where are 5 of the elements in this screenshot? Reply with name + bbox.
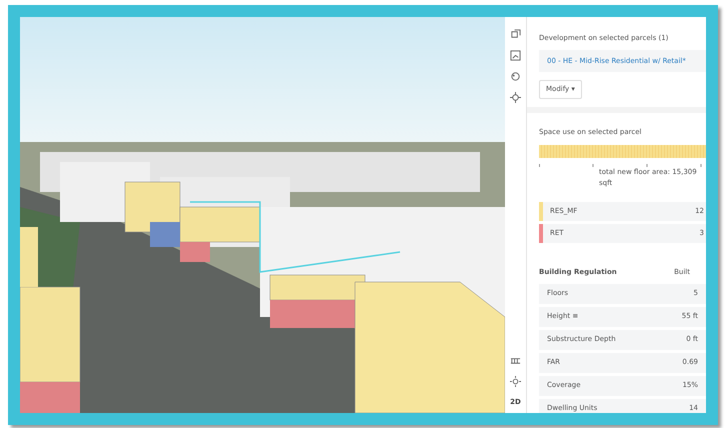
city-3d-scene-drawing[interactable] bbox=[20, 17, 505, 413]
layers-icon[interactable] bbox=[510, 29, 521, 40]
crosshair-icon[interactable] bbox=[510, 92, 521, 103]
sun-icon[interactable] bbox=[510, 376, 521, 386]
chart-icon[interactable] bbox=[510, 50, 521, 61]
